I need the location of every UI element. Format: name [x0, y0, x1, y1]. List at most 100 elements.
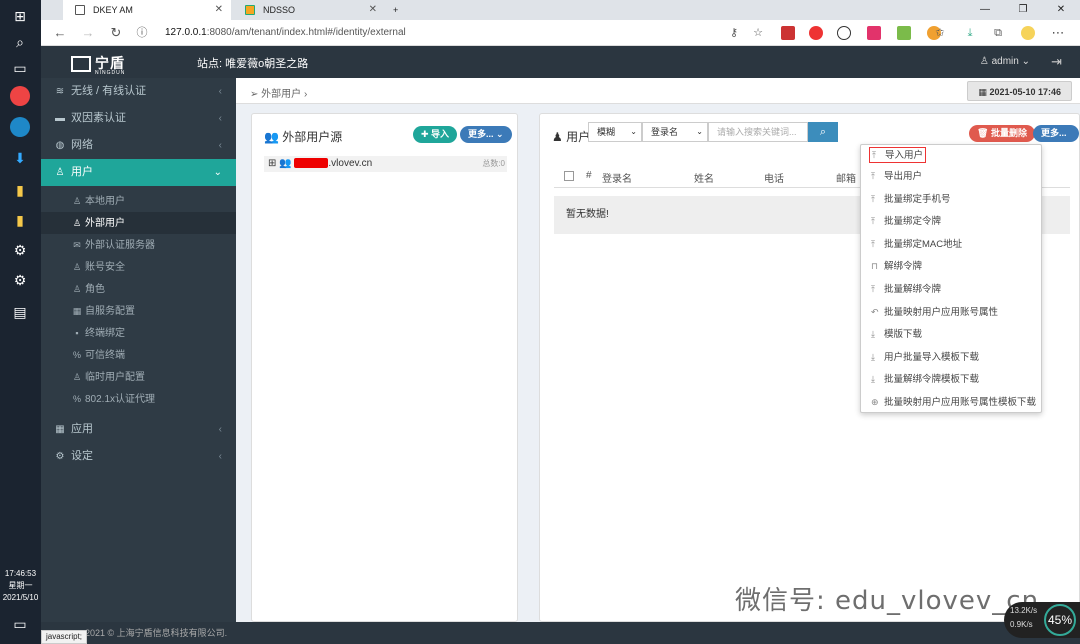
batch-delete-button[interactable]: 🗑 批量删除 [969, 125, 1035, 142]
system-clock[interactable]: 17:46:53 星期一 2021/5/10 [0, 568, 41, 604]
menu-item-map-template[interactable]: ⊕ 批量映射用户应用账号属性模板下载 [861, 391, 1041, 414]
notification-icon[interactable]: ▭ [10, 614, 30, 634]
tree-item[interactable]: ⊞ 👥 .vlovev.cn 总数:0 [264, 156, 507, 172]
sidebar-item-users[interactable]: ♙ 用户 ⌄ [41, 159, 236, 186]
panel-title: ♟ 用户 [552, 128, 590, 145]
download-icon[interactable]: ⬇ [10, 148, 30, 168]
sidebar-item-apps[interactable]: ▦ 应用 ‹ [41, 416, 236, 443]
more-icon[interactable]: ⋯ [1049, 24, 1067, 42]
sidebar-sub-auth-server[interactable]: ✉ 外部认证服务器 [41, 234, 236, 256]
forward-icon[interactable]: → [79, 24, 97, 42]
favorite-icon[interactable]: ☆ [749, 24, 767, 42]
col-email[interactable]: 邮箱 [836, 170, 856, 185]
tab-ndsso[interactable]: NDSSO ✕ [233, 0, 385, 20]
match-select[interactable]: 模糊 ⌄ [588, 122, 642, 142]
close-icon[interactable]: ✕ [215, 0, 223, 20]
extension-icon[interactable] [897, 26, 911, 40]
button-label: 更多... [1041, 128, 1067, 138]
col-login[interactable]: 登录名 [602, 170, 632, 185]
logout-icon[interactable]: ⇥ [1051, 54, 1062, 70]
close-window-icon[interactable]: ✕ [1042, 0, 1080, 20]
import-button[interactable]: ✚ 导入 [413, 126, 458, 143]
sidebar-sub-label: 外部用户 [85, 218, 125, 229]
wifi-icon: ≋ [55, 86, 65, 97]
settings-icon[interactable]: ⚙ [10, 240, 30, 260]
search-icon[interactable]: ⌕ [10, 32, 30, 52]
settings-icon[interactable]: ⚙ [10, 270, 30, 290]
sidebar-sub-external-users[interactable]: ♙ 外部用户 [41, 212, 236, 234]
sidebar-sub-8021x[interactable]: % 802.1x认证代理 [41, 388, 236, 410]
col-name[interactable]: 姓名 [694, 170, 714, 185]
menu-item-label: 导出用户 [884, 171, 923, 182]
url-input[interactable]: 127.0.0.1:8080/am/tenant/index.html#/ide… [165, 24, 745, 42]
sidebar-sub-roles[interactable]: ♙ 角色 [41, 278, 236, 300]
sidebar-item-network[interactable]: ◍ 网络 ‹ [41, 132, 236, 159]
collections-icon[interactable]: ⧉ [989, 24, 1007, 42]
file-icon[interactable]: ▤ [10, 302, 30, 322]
profile-icon[interactable] [1021, 26, 1035, 40]
more-button[interactable]: 更多... ⌄ [1033, 125, 1079, 155]
menu-item-label: 用户批量导入模板下载 [884, 351, 980, 363]
search-input[interactable]: 请输入搜索关键词... [708, 122, 808, 142]
menu-item-template-download[interactable]: ⤓ 模版下载 [861, 323, 1041, 346]
sidebar-sub-label: 账号安全 [85, 262, 125, 273]
extension-icon[interactable] [809, 26, 823, 40]
menu-item-unbind-template[interactable]: ⤓ 批量解绑令牌模板下载 [861, 368, 1041, 391]
menu-item-import-template[interactable]: ⤓ 用户批量导入模板下载 [861, 346, 1041, 369]
menu-item-unbind-token[interactable]: ⊓ 解绑令牌 [861, 255, 1041, 278]
col-phone[interactable]: 电话 [764, 170, 784, 185]
edge-icon[interactable] [10, 117, 30, 137]
select-all-checkbox[interactable] [564, 171, 574, 181]
task-view-icon[interactable]: ▭ [10, 58, 30, 78]
info-icon[interactable]: ⓘ [133, 24, 151, 42]
folder-icon[interactable]: ▮ [10, 210, 30, 230]
menu-item-map-attributes[interactable]: ↶ 批量映射用户应用账号属性 [861, 301, 1041, 324]
menu-item-export-users[interactable]: ⤒ 导出用户 [861, 165, 1041, 188]
tab-label: NDSSO [263, 5, 296, 15]
back-icon[interactable]: ← [51, 24, 69, 42]
window-controls: — ❐ ✕ [966, 0, 1080, 20]
menu-item-bind-mac[interactable]: ⤒ 批量绑定MAC地址 [861, 233, 1041, 256]
menu-item-bind-phone[interactable]: ⤒ 批量绑定手机号 [861, 188, 1041, 211]
refresh-icon[interactable]: ↻ [107, 24, 125, 42]
key-icon[interactable]: ⚷ [725, 24, 743, 42]
sidebar-sub-self-service[interactable]: ▦ 自服务配置 [41, 300, 236, 322]
sidebar-sub-terminal-binding[interactable]: ▪ 终端绑定 [41, 322, 236, 344]
sidebar-item-2fa[interactable]: ▬ 双因素认证 ‹ [41, 105, 236, 132]
field-select[interactable]: 登录名 ⌄ [642, 122, 708, 142]
expand-icon[interactable]: ⊞ [268, 158, 276, 169]
sidebar-item-wireless[interactable]: ≋ 无线 / 有线认证 ‹ [41, 78, 236, 105]
menu-item-bind-token[interactable]: ⤒ 批量绑定令牌 [861, 210, 1041, 233]
extension-icon[interactable] [837, 26, 851, 40]
breadcrumb-bar: ➢ 外部用户 › ▦ 2021-05-10 17:46 [236, 78, 1080, 104]
sidebar-sub-temp-user[interactable]: ♙ 临时用户配置 [41, 366, 236, 388]
user-menu[interactable]: ♙ admin ⌄ [980, 56, 1030, 67]
plus-icon: ✚ [421, 129, 432, 139]
menu-item-label: 批量绑定令牌 [884, 216, 942, 228]
windows-taskbar: ⊞ ⌕ ▭ ⬇ ▮ ▮ ⚙ ⚙ ▤ 17:46:53 星期一 2021/5/10… [0, 0, 41, 644]
minimize-icon[interactable]: — [966, 0, 1004, 20]
redacted-text [294, 158, 329, 169]
menu-item-batch-unbind[interactable]: ⤒ 批量解绑令牌 [861, 278, 1041, 301]
tab-dkey-am[interactable]: DKEY AM ✕ [63, 0, 231, 20]
sidebar-sub-account-security[interactable]: ♙ 账号安全 [41, 256, 236, 278]
search-button[interactable]: ⌕ [808, 122, 838, 142]
close-icon[interactable]: ✕ [369, 0, 377, 20]
breadcrumb-item[interactable]: 外部用户 [261, 89, 301, 100]
new-tab-button[interactable]: + [387, 0, 411, 20]
download-icon[interactable]: ⤓ [961, 24, 979, 42]
sidebar-item-settings[interactable]: ⚙ 设定 ‹ [41, 443, 236, 470]
sidebar-sub-local-users[interactable]: ♙ 本地用户 [41, 190, 236, 212]
windows-start-icon[interactable]: ⊞ [10, 6, 30, 26]
extension-icon[interactable] [781, 26, 795, 40]
sidebar-sub-trusted-terminal[interactable]: % 可信终端 [41, 344, 236, 366]
folder-icon[interactable]: ▮ [10, 180, 30, 200]
menu-item-import-users[interactable]: ⤒ 导入用户 [869, 147, 926, 163]
chrome-icon[interactable] [10, 86, 30, 106]
extension-icon[interactable] [867, 26, 881, 40]
favorites-icon[interactable]: ✩ [931, 24, 949, 42]
restore-icon[interactable]: ❐ [1004, 0, 1042, 20]
more-button[interactable]: 更多... ⌄ [460, 126, 512, 143]
datetime-badge: ▦ 2021-05-10 17:46 [967, 81, 1072, 101]
user-icon: ♙ [72, 196, 82, 206]
